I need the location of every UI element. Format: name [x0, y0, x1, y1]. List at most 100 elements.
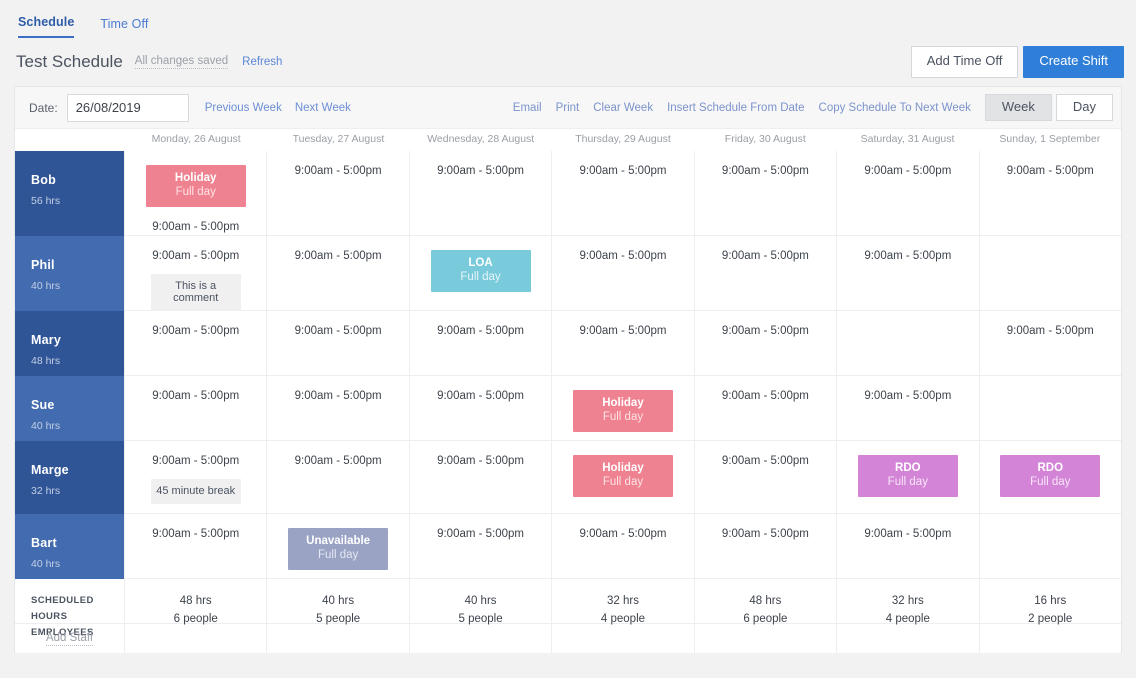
- toolbar-link-copy-schedule-to-next-week[interactable]: Copy Schedule To Next Week: [819, 102, 971, 114]
- refresh-link[interactable]: Refresh: [242, 56, 282, 68]
- schedule-cell[interactable]: 9:00am - 5:00pm: [695, 376, 837, 441]
- schedule-cell[interactable]: 9:00am - 5:00pm: [552, 236, 694, 311]
- add-staff-blank-cell[interactable]: [410, 624, 552, 653]
- schedule-cell[interactable]: 9:00am - 5:00pm: [695, 311, 837, 376]
- shift-time[interactable]: 9:00am - 5:00pm: [267, 165, 408, 177]
- shift-time[interactable]: 9:00am - 5:00pm: [837, 390, 978, 402]
- add-staff-blank-cell[interactable]: [125, 624, 267, 653]
- schedule-cell[interactable]: 9:00am - 5:00pm: [695, 236, 837, 311]
- shift-time[interactable]: 9:00am - 5:00pm: [695, 390, 836, 402]
- shift-time[interactable]: 9:00am - 5:00pm: [552, 325, 693, 337]
- schedule-cell[interactable]: 9:00am - 5:00pm: [125, 311, 267, 376]
- schedule-cell[interactable]: 9:00am - 5:00pm: [267, 151, 409, 236]
- shift-time[interactable]: 9:00am - 5:00pm: [410, 165, 551, 177]
- schedule-cell[interactable]: 9:00am - 5:00pm: [837, 151, 979, 236]
- full-day-block-holiday[interactable]: HolidayFull day: [573, 455, 673, 497]
- add-staff-link[interactable]: Add Staff: [46, 632, 93, 646]
- schedule-cell[interactable]: 9:00am - 5:00pm: [695, 514, 837, 579]
- add-staff-blank-cell[interactable]: [837, 624, 979, 653]
- shift-time[interactable]: 9:00am - 5:00pm: [125, 325, 266, 337]
- tab-schedule[interactable]: Schedule: [18, 15, 74, 38]
- schedule-cell[interactable]: 9:00am - 5:00pm: [410, 376, 552, 441]
- schedule-cell[interactable]: 9:00am - 5:00pm: [267, 376, 409, 441]
- view-week-button[interactable]: Week: [985, 94, 1052, 122]
- shift-comment[interactable]: This is a comment: [151, 274, 241, 311]
- shift-time[interactable]: 9:00am - 5:00pm: [695, 455, 836, 467]
- employee-name-cell[interactable]: Mary48 hrs: [15, 311, 125, 376]
- shift-time[interactable]: 9:00am - 5:00pm: [837, 250, 978, 262]
- schedule-cell[interactable]: HolidayFull day: [552, 376, 694, 441]
- shift-time[interactable]: 9:00am - 5:00pm: [125, 221, 266, 233]
- schedule-cell[interactable]: RDOFull day: [837, 441, 979, 514]
- schedule-cell[interactable]: 9:00am - 5:00pm: [552, 514, 694, 579]
- add-time-off-button[interactable]: Add Time Off: [911, 46, 1019, 78]
- schedule-cell[interactable]: UnavailableFull day: [267, 514, 409, 579]
- shift-time[interactable]: 9:00am - 5:00pm: [695, 165, 836, 177]
- employee-name-cell[interactable]: Sue40 hrs: [15, 376, 125, 441]
- full-day-block-rdo[interactable]: RDOFull day: [858, 455, 958, 497]
- tab-time-off[interactable]: Time Off: [100, 17, 148, 38]
- create-shift-button[interactable]: Create Shift: [1023, 46, 1124, 78]
- employee-name-cell[interactable]: Marge32 hrs: [15, 441, 125, 514]
- add-staff-blank-cell[interactable]: [695, 624, 837, 653]
- employee-name-cell[interactable]: Bob56 hrs: [15, 151, 125, 236]
- toolbar-link-email[interactable]: Email: [513, 102, 542, 114]
- shift-time[interactable]: 9:00am - 5:00pm: [410, 528, 551, 540]
- full-day-block-holiday[interactable]: HolidayFull day: [146, 165, 246, 207]
- shift-time[interactable]: 9:00am - 5:00pm: [125, 528, 266, 540]
- add-staff-blank-cell[interactable]: [980, 624, 1121, 653]
- full-day-block-loa[interactable]: LOAFull day: [431, 250, 531, 292]
- schedule-cell[interactable]: 9:00am - 5:00pm: [267, 311, 409, 376]
- schedule-cell[interactable]: 9:00am - 5:00pm: [410, 311, 552, 376]
- schedule-cell[interactable]: 9:00am - 5:00pm: [980, 311, 1121, 376]
- shift-time[interactable]: 9:00am - 5:00pm: [837, 528, 978, 540]
- view-day-button[interactable]: Day: [1056, 94, 1113, 122]
- shift-time[interactable]: 9:00am - 5:00pm: [125, 390, 266, 402]
- shift-time[interactable]: 9:00am - 5:00pm: [125, 250, 266, 262]
- add-staff-blank-cell[interactable]: [267, 624, 409, 653]
- full-day-block-unav[interactable]: UnavailableFull day: [288, 528, 388, 570]
- schedule-cell[interactable]: 9:00am - 5:00pm: [267, 236, 409, 311]
- schedule-cell[interactable]: 9:00am - 5:00pm: [837, 514, 979, 579]
- schedule-cell[interactable]: [980, 376, 1121, 441]
- shift-time[interactable]: 9:00am - 5:00pm: [552, 165, 693, 177]
- full-day-block-holiday[interactable]: HolidayFull day: [573, 390, 673, 432]
- previous-week-link[interactable]: Previous Week: [205, 102, 282, 114]
- shift-time[interactable]: 9:00am - 5:00pm: [695, 325, 836, 337]
- schedule-cell[interactable]: RDOFull day: [980, 441, 1121, 514]
- shift-time[interactable]: 9:00am - 5:00pm: [410, 455, 551, 467]
- shift-time[interactable]: 9:00am - 5:00pm: [695, 528, 836, 540]
- schedule-cell[interactable]: 9:00am - 5:00pm: [410, 514, 552, 579]
- schedule-cell[interactable]: HolidayFull day 9:00am - 5:00pm: [125, 151, 267, 236]
- shift-time[interactable]: 9:00am - 5:00pm: [410, 325, 551, 337]
- add-staff-cell[interactable]: Add Staff: [15, 624, 125, 653]
- schedule-cell[interactable]: 9:00am - 5:00pm: [837, 236, 979, 311]
- schedule-cell[interactable]: [980, 514, 1121, 579]
- toolbar-link-print[interactable]: Print: [556, 102, 580, 114]
- schedule-cell[interactable]: [837, 311, 979, 376]
- shift-time[interactable]: 9:00am - 5:00pm: [837, 165, 978, 177]
- add-staff-blank-cell[interactable]: [552, 624, 694, 653]
- schedule-cell[interactable]: 9:00am - 5:00pm This is a comment: [125, 236, 267, 311]
- schedule-cell[interactable]: 9:00am - 5:00pm: [552, 311, 694, 376]
- schedule-cell[interactable]: 9:00am - 5:00pm: [125, 514, 267, 579]
- shift-time[interactable]: 9:00am - 5:00pm: [267, 250, 408, 262]
- shift-time[interactable]: 9:00am - 5:00pm: [267, 455, 408, 467]
- schedule-cell[interactable]: 9:00am - 5:00pm: [410, 151, 552, 236]
- schedule-cell[interactable]: 9:00am - 5:00pm: [695, 441, 837, 514]
- full-day-block-rdo[interactable]: RDOFull day: [1000, 455, 1100, 497]
- schedule-cell[interactable]: HolidayFull day: [552, 441, 694, 514]
- toolbar-link-clear-week[interactable]: Clear Week: [593, 102, 653, 114]
- employee-name-cell[interactable]: Bart40 hrs: [15, 514, 125, 579]
- schedule-cell[interactable]: 9:00am - 5:00pm: [267, 441, 409, 514]
- next-week-link[interactable]: Next Week: [295, 102, 351, 114]
- schedule-cell[interactable]: 9:00am - 5:00pm: [695, 151, 837, 236]
- schedule-cell[interactable]: 9:00am - 5:00pm: [410, 441, 552, 514]
- schedule-cell[interactable]: 9:00am - 5:00pm: [552, 151, 694, 236]
- date-input[interactable]: [67, 94, 189, 122]
- schedule-cell[interactable]: 9:00am - 5:00pm: [980, 151, 1121, 236]
- shift-time[interactable]: 9:00am - 5:00pm: [125, 455, 266, 467]
- shift-time[interactable]: 9:00am - 5:00pm: [695, 250, 836, 262]
- toolbar-link-insert-schedule-from-date[interactable]: Insert Schedule From Date: [667, 102, 804, 114]
- shift-time[interactable]: 9:00am - 5:00pm: [980, 165, 1121, 177]
